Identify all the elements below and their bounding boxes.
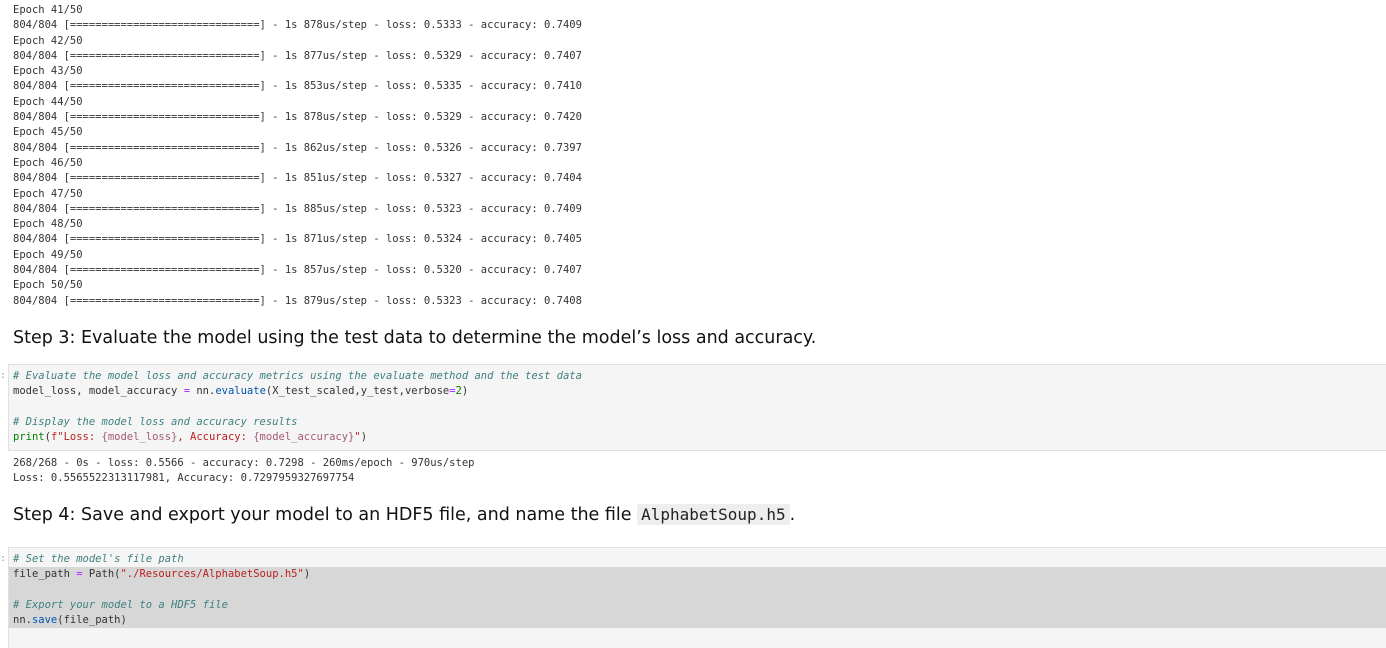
code-line: # Display the model loss and accuracy re… bbox=[9, 415, 1386, 430]
code-line: print(f"Loss: {model_loss}, Accuracy: {m… bbox=[9, 430, 1386, 445]
code-interpolation: {model_accuracy} bbox=[253, 431, 355, 444]
output-line: 804/804 [==============================]… bbox=[13, 264, 582, 277]
output-line: 804/804 [==============================]… bbox=[13, 49, 582, 62]
code-comment: # Evaluate the model loss and accuracy m… bbox=[13, 370, 582, 382]
output-line: 804/804 [==============================]… bbox=[13, 202, 582, 215]
output-line: Epoch 43/50 bbox=[13, 65, 83, 78]
output-line: Epoch 41/50 bbox=[13, 4, 83, 16]
output-line: Epoch 47/50 bbox=[13, 187, 83, 200]
code-function: evaluate bbox=[215, 385, 266, 398]
cell-marker: : bbox=[0, 370, 7, 381]
output-line: 804/804 [==============================]… bbox=[13, 141, 582, 154]
code-line-selected: nn.save(file_path) bbox=[9, 613, 1386, 629]
code-string: , Accuracy: bbox=[177, 431, 254, 444]
evaluate-output: 268/268 - 0s - loss: 0.5566 - accuracy: … bbox=[13, 456, 474, 487]
code-line: # Evaluate the model loss and accuracy m… bbox=[9, 369, 1386, 384]
code-token: (file_path) bbox=[57, 614, 127, 627]
output-line: Epoch 46/50 bbox=[13, 156, 83, 169]
step3-heading: Step 3: Evaluate the model using the tes… bbox=[13, 328, 817, 348]
code-comment: # Display the model loss and accuracy re… bbox=[13, 415, 298, 428]
code-interpolation: {model_loss} bbox=[101, 431, 178, 444]
output-line: Epoch 42/50 bbox=[13, 34, 83, 47]
output-line: 804/804 [==============================]… bbox=[13, 233, 582, 246]
step4-heading-text: Step 4: Save and export your model to an… bbox=[13, 505, 638, 525]
output-line: Loss: 0.5565522313117981, Accuracy: 0.72… bbox=[13, 472, 355, 485]
output-line: Epoch 48/50 bbox=[13, 218, 83, 231]
training-output: Epoch 41/50 804/804 [====================… bbox=[13, 3, 713, 309]
evaluate-code-cell[interactable]: # Evaluate the model loss and accuracy m… bbox=[8, 364, 1386, 451]
code-token: file_path bbox=[13, 568, 77, 581]
code-comment: # Export your model to a HDF5 file bbox=[13, 598, 228, 611]
code-line: model_loss, model_accuracy = nn.evaluate… bbox=[9, 384, 1386, 399]
code-comment: # Set the model's file path bbox=[13, 553, 184, 565]
output-line: Epoch 50/50 bbox=[13, 279, 83, 292]
code-line: # Set the model's file path bbox=[9, 552, 1386, 567]
code-token: ) bbox=[461, 385, 469, 398]
cell-marker: : bbox=[0, 553, 7, 564]
output-line: 804/804 [==============================]… bbox=[13, 111, 582, 124]
code-builtin: print bbox=[13, 431, 45, 444]
filename-code: AlphabetSoup.h5 bbox=[637, 504, 790, 525]
code-string: f"Loss: bbox=[50, 431, 102, 444]
code-token: ) bbox=[303, 568, 311, 581]
output-line: Epoch 49/50 bbox=[13, 248, 83, 261]
code-line-selected: # Export your model to a HDF5 file bbox=[9, 597, 1386, 614]
code-token: (X_test_scaled,y_test,verbose bbox=[265, 385, 450, 398]
code-token: nn. bbox=[190, 385, 216, 398]
output-line: 268/268 - 0s - loss: 0.5566 - accuracy: … bbox=[13, 457, 475, 469]
output-line: 804/804 [==============================]… bbox=[13, 19, 582, 32]
code-token: Path( bbox=[82, 568, 121, 581]
step4-heading: Step 4: Save and export your model to an… bbox=[13, 504, 796, 525]
output-line: 804/804 [==============================]… bbox=[13, 294, 582, 307]
output-line: Epoch 45/50 bbox=[13, 126, 83, 139]
output-line: Epoch 44/50 bbox=[13, 95, 83, 108]
code-token: nn. bbox=[13, 614, 32, 627]
code-function: save bbox=[31, 614, 58, 627]
heading-period: . bbox=[789, 505, 796, 525]
code-line-blank bbox=[9, 582, 1386, 598]
code-line-selected: file_path = Path("./Resources/AlphabetSo… bbox=[9, 567, 1386, 583]
code-token: model_loss, model_accuracy bbox=[13, 385, 184, 398]
output-line: 804/804 [==============================]… bbox=[13, 172, 582, 185]
save-code-cell[interactable]: # Set the model's file path file_path = … bbox=[8, 547, 1386, 648]
code-token: ) bbox=[360, 431, 368, 444]
output-line: 804/804 [==============================]… bbox=[13, 80, 582, 93]
code-string: "./Resources/AlphabetSoup.h5" bbox=[120, 568, 304, 581]
